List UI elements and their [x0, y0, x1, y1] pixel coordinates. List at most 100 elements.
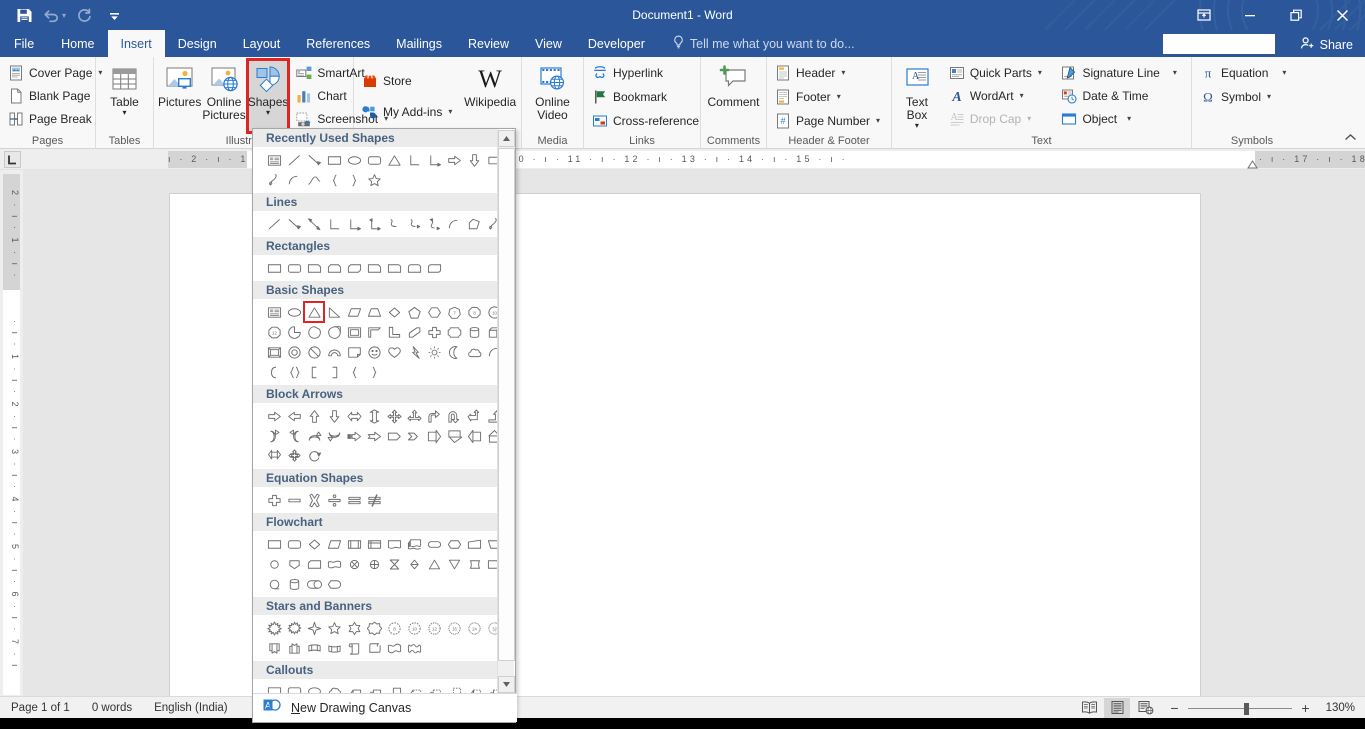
shape-item-triangle[interactable]: [384, 150, 404, 170]
shape-item-textbox[interactable]: [264, 302, 284, 322]
shape-item-fc-predefined-process[interactable]: [344, 534, 364, 554]
shape-item-trapezoid[interactable]: [364, 302, 384, 322]
web-layout-icon[interactable]: [1132, 698, 1158, 718]
shape-item-smiley-face[interactable]: [364, 342, 384, 362]
shape-item-l-shape[interactable]: [384, 322, 404, 342]
shape-item-flowchart-manual-input[interactable]: [484, 150, 498, 170]
shape-item-snip-single-corner[interactable]: [304, 258, 324, 278]
print-layout-icon[interactable]: [1104, 698, 1130, 718]
shape-item-fc-offpage-connector[interactable]: [284, 554, 304, 574]
redo-icon[interactable]: [70, 3, 98, 27]
shape-item-pentagon[interactable]: [404, 302, 424, 322]
shape-item-quad-arrow[interactable]: [384, 406, 404, 426]
tab-developer[interactable]: Developer: [575, 30, 658, 57]
shape-item-left-bracket[interactable]: [264, 362, 284, 382]
shape-item-snip-same-side[interactable]: [324, 258, 344, 278]
document-area[interactable]: [23, 170, 1365, 698]
blank-page-button[interactable]: Blank Page: [4, 84, 94, 107]
shape-item-elbow-double-arrow[interactable]: [364, 214, 384, 234]
object-button[interactable]: Object ▾: [1057, 107, 1187, 130]
shape-item-right-brace[interactable]: [344, 170, 364, 190]
signature-line-button[interactable]: Signature Line ▾: [1057, 61, 1187, 84]
shape-item-bent-arrow[interactable]: [424, 406, 444, 426]
shape-item-chevron[interactable]: [404, 426, 424, 446]
chevron-down-icon[interactable]: ▾: [448, 107, 452, 116]
shape-item-fc-sequential-access[interactable]: [264, 574, 284, 594]
shape-item-minus-sign[interactable]: [284, 490, 304, 510]
status-page[interactable]: Page 1 of 1: [0, 702, 81, 714]
shape-item-left-curly-brace[interactable]: [344, 362, 364, 382]
shape-item-fc-punched-tape[interactable]: [324, 554, 344, 574]
shape-item-fc-manual-input[interactable]: [464, 534, 484, 554]
chevron-down-icon[interactable]: ▾: [841, 68, 845, 77]
shape-item-curved-up-ribbon[interactable]: [304, 638, 324, 658]
table-button[interactable]: Table ▾: [100, 60, 149, 117]
store-button[interactable]: Store: [358, 69, 456, 92]
shape-item-diagonal-stripe[interactable]: [404, 322, 424, 342]
shape-item-up-arrow[interactable]: [304, 406, 324, 426]
shape-item-rounded-rect[interactable]: [284, 258, 304, 278]
wikipedia-button[interactable]: W Wikipedia: [463, 60, 517, 109]
shape-item-star-4[interactable]: [304, 618, 324, 638]
zoom-level-label[interactable]: 130%: [1319, 702, 1355, 714]
tab-view[interactable]: View: [522, 30, 575, 57]
shape-item-multiply-sign[interactable]: [304, 490, 324, 510]
undo-icon[interactable]: ▾: [40, 3, 68, 27]
shape-item-cube[interactable]: [484, 322, 498, 342]
shape-item-decagon[interactable]: 10: [484, 302, 498, 322]
shape-item-fc-collate[interactable]: [384, 554, 404, 574]
shape-item-block-arc[interactable]: [324, 342, 344, 362]
shape-item-fc-stored-data[interactable]: [464, 554, 484, 574]
shape-item-cloud[interactable]: [464, 342, 484, 362]
shape-item-right-arrow-callout[interactable]: [424, 426, 444, 446]
chevron-down-icon[interactable]: ▾: [1282, 68, 1286, 77]
shape-item-line-double-arrow[interactable]: [304, 214, 324, 234]
shape-item-right-triangle[interactable]: [324, 302, 344, 322]
shape-item-fc-display[interactable]: [324, 574, 344, 594]
shape-item-fc-sort[interactable]: [404, 554, 424, 574]
shape-item-left-right-arrow[interactable]: [344, 406, 364, 426]
shape-item-right-arrow[interactable]: [444, 150, 464, 170]
shape-item-notched-right-arrow[interactable]: [364, 426, 384, 446]
cover-page-button[interactable]: Cover Page ▾: [4, 61, 106, 84]
shape-item-elbow-connector[interactable]: [404, 150, 424, 170]
shape-item-vertical-scroll[interactable]: [344, 638, 364, 658]
shape-item-fc-document[interactable]: [384, 534, 404, 554]
shape-item-fc-direct-access[interactable]: [304, 574, 324, 594]
shape-item-fc-magnetic-disk[interactable]: [284, 574, 304, 594]
shape-item-fc-preparation[interactable]: [444, 534, 464, 554]
shape-item-fc-extract[interactable]: [424, 554, 444, 574]
shape-item-teardrop[interactable]: [324, 322, 344, 342]
shape-item-wave[interactable]: [384, 638, 404, 658]
shape-item-fc-process[interactable]: [264, 534, 284, 554]
shape-item-bent-up-arrow[interactable]: [484, 406, 498, 426]
shape-item-right-curly-brace[interactable]: [364, 362, 384, 382]
shape-item-dodecagon[interactable]: 12: [264, 322, 284, 342]
shape-item-freeform[interactable]: [464, 214, 484, 234]
shape-item-fc-internal-storage[interactable]: [364, 534, 384, 554]
shape-item-left-up-arrow[interactable]: [464, 406, 484, 426]
shape-item-division-sign[interactable]: [324, 490, 344, 510]
shape-item-triangle[interactable]: [304, 302, 324, 322]
zoom-out-button[interactable]: −: [1168, 700, 1181, 716]
chevron-down-icon[interactable]: ▾: [837, 92, 841, 101]
chevron-down-icon[interactable]: ▾: [1173, 68, 1177, 77]
shape-item-left-right-up-arrow[interactable]: [404, 406, 424, 426]
shapes-gallery-dropdown[interactable]: Recently Used ShapesLinesRectanglesBasic…: [252, 128, 516, 723]
shape-item-snip-round-single[interactable]: [364, 258, 384, 278]
shape-item-left-arrow-callout[interactable]: [464, 426, 484, 446]
shape-item-down-ribbon[interactable]: [284, 638, 304, 658]
symbol-button[interactable]: Ω Symbol ▾: [1196, 85, 1275, 108]
shape-item-star-24[interactable]: 24: [464, 618, 484, 638]
tab-file[interactable]: File: [0, 30, 48, 57]
shape-item-pie[interactable]: [284, 322, 304, 342]
shape-item-explosion-1[interactable]: [264, 618, 284, 638]
shape-item-circular-arrow[interactable]: [304, 446, 324, 466]
shape-item-fc-card[interactable]: [304, 554, 324, 574]
shape-item-star-12[interactable]: 12: [424, 618, 444, 638]
drop-cap-button[interactable]: A Drop Cap ▾: [945, 107, 1055, 130]
scrollbar-thumb[interactable]: [498, 148, 515, 661]
shape-item-star-7[interactable]: [364, 618, 384, 638]
cross-reference-button[interactable]: Cross-reference: [588, 109, 703, 132]
shape-item-rectangle[interactable]: [264, 258, 284, 278]
